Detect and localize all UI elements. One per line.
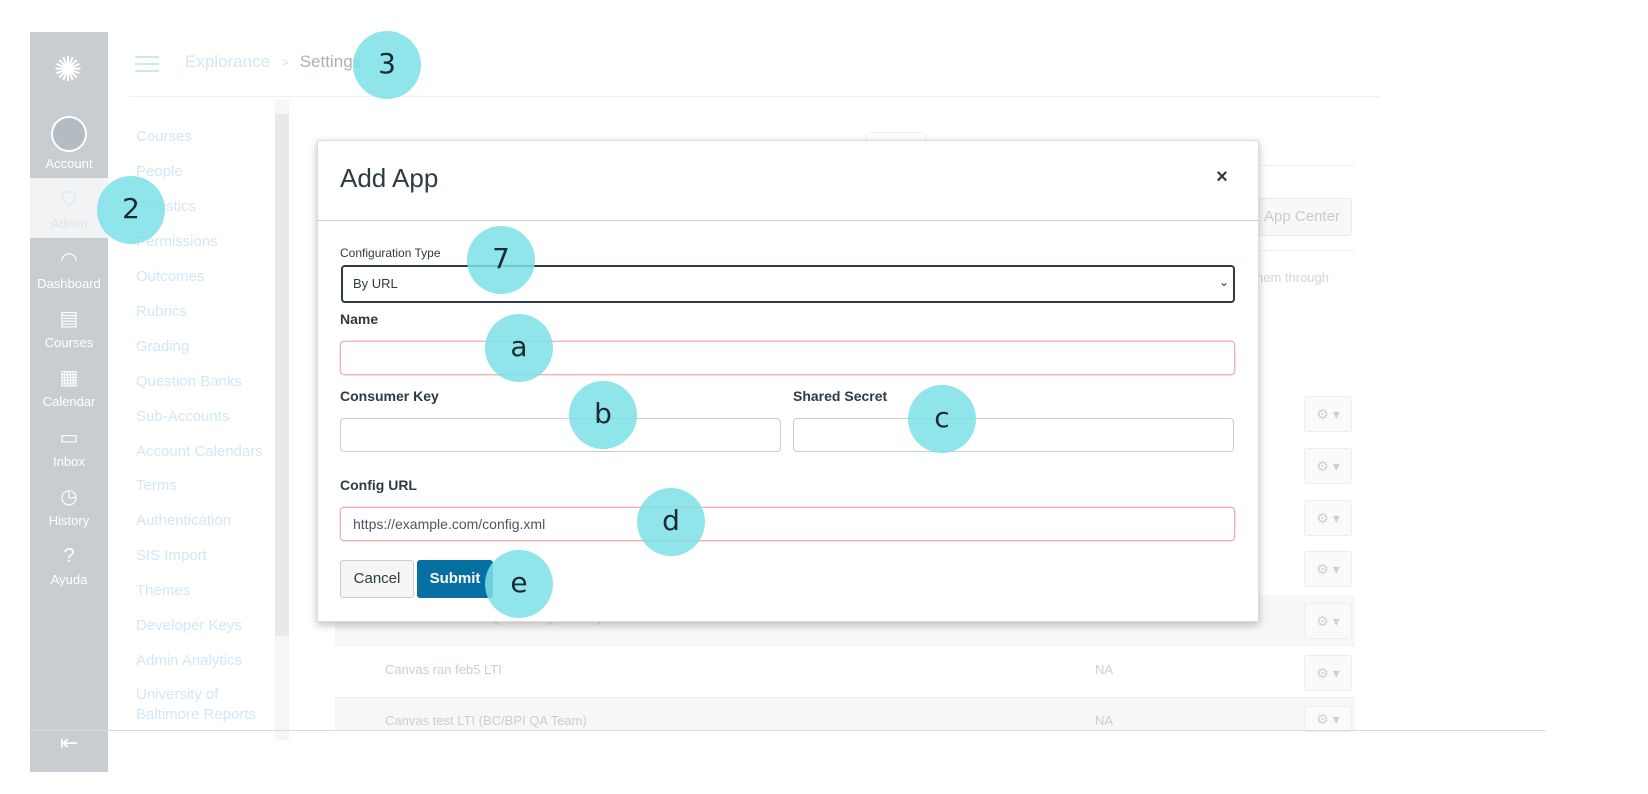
annotation-marker-c: c: [908, 385, 976, 453]
nav-account[interactable]: Account: [30, 116, 108, 171]
calendar-icon: ▦: [59, 367, 79, 389]
app-center-button[interactable]: App Center: [1252, 198, 1352, 236]
submit-button[interactable]: Submit: [417, 560, 493, 598]
app-settings-gear-icon[interactable]: ⚙ ▾: [1304, 655, 1352, 691]
breadcrumb-separator: >: [280, 54, 289, 70]
bottom-divider: [30, 730, 1546, 731]
scrollbar-thumb[interactable]: [275, 114, 289, 636]
config-type-label: Configuration Type: [340, 246, 441, 260]
nav-inbox[interactable]: ▭ Inbox: [30, 424, 108, 469]
settings-nav-university-of[interactable]: University of: [136, 686, 219, 703]
table-row: Canvas ran feb5 LTI NA: [335, 647, 1355, 698]
app-settings-gear-icon[interactable]: ⚙ ▾: [1304, 396, 1352, 432]
breadcrumb-current: Settings: [299, 52, 362, 71]
nav-courses-label: Courses: [44, 335, 94, 350]
app-settings-gear-icon[interactable]: ⚙ ▾: [1304, 448, 1352, 484]
name-label: Name: [340, 311, 379, 327]
annotation-marker-7: 7: [467, 226, 535, 294]
cancel-button[interactable]: Cancel: [340, 560, 414, 598]
settings-nav-admin-analytics[interactable]: Admin Analytics: [136, 652, 242, 669]
app-status: NA: [1095, 713, 1114, 728]
help-icon: ?: [63, 545, 75, 567]
annotation-marker-e: e: [485, 550, 553, 618]
annotation-marker-b: b: [569, 381, 637, 449]
settings-nav-sub-accounts[interactable]: Sub-Accounts: [136, 408, 229, 425]
app-status: NA: [1095, 662, 1114, 677]
settings-nav-themes[interactable]: Themes: [136, 582, 190, 599]
settings-nav-grading[interactable]: Grading: [136, 338, 189, 355]
nav-courses[interactable]: ▤ Courses: [30, 305, 108, 350]
nav-inbox-label: Inbox: [53, 454, 85, 469]
hamburger-menu-icon[interactable]: [135, 56, 159, 72]
chevron-down-icon: ⌄: [1218, 275, 1229, 289]
consumer-key-input[interactable]: [340, 418, 781, 452]
config-url-placeholder: https://example.com/config.xml: [353, 516, 546, 532]
annotation-marker-d: d: [637, 488, 705, 556]
app-settings-gear-icon[interactable]: ⚙ ▾: [1304, 551, 1352, 587]
settings-nav-baltimore-reports[interactable]: Baltimore Reports: [136, 706, 256, 723]
global-nav: ✺ Account ⛉ Admin ◠ Dashboard ▤ Courses …: [30, 32, 108, 772]
nav-calendar-label: Calendar: [42, 394, 96, 409]
config-url-label: Config URL: [340, 477, 417, 493]
app-settings-gear-icon[interactable]: ⚙ ▾: [1304, 603, 1352, 639]
modal-header: Add App ×: [318, 141, 1258, 221]
settings-nav-scrollbar[interactable]: [275, 100, 289, 740]
book-icon: ▤: [59, 308, 79, 330]
modal-title: Add App: [340, 163, 439, 193]
nav-history-label: History: [48, 513, 90, 528]
settings-nav-terms[interactable]: Terms: [136, 477, 177, 494]
page-header: Explorance > Settings: [130, 38, 1380, 97]
settings-nav-authentication[interactable]: Authentication: [136, 512, 231, 529]
app-frame: ✺ Account ⛉ Admin ◠ Dashboard ▤ Courses …: [0, 0, 1648, 794]
breadcrumb-root[interactable]: Explorance: [185, 52, 270, 71]
nav-help-label: Ayuda: [50, 572, 88, 587]
clock-icon: ◷: [60, 486, 78, 508]
settings-nav-courses[interactable]: Courses: [136, 128, 192, 145]
app-name: Canvas ran feb5 LTI: [385, 662, 502, 677]
annotation-marker-2: 2: [97, 176, 165, 244]
app-settings-gear-icon[interactable]: ⚙ ▾: [1304, 706, 1352, 732]
canvas-logo-icon[interactable]: ✺: [48, 50, 88, 90]
app-settings-gear-icon[interactable]: ⚙ ▾: [1304, 500, 1352, 536]
table-row: Canvas test LTI (BC/BPI QA Team) NA: [335, 698, 1355, 731]
nav-history[interactable]: ◷ History: [30, 483, 108, 528]
settings-nav-developer-keys[interactable]: Developer Keys: [136, 617, 242, 634]
settings-nav-outcomes[interactable]: Outcomes: [136, 268, 204, 285]
config-type-value: By URL: [353, 276, 398, 291]
settings-nav-question-banks[interactable]: Question Banks: [136, 373, 242, 390]
shield-icon: ⛉: [61, 189, 77, 211]
nav-admin-label: Admin: [50, 216, 88, 231]
config-url-input[interactable]: https://example.com/config.xml: [340, 507, 1235, 541]
settings-nav-sis-import[interactable]: SIS Import: [136, 547, 207, 564]
consumer-key-label: Consumer Key: [340, 388, 439, 404]
name-input[interactable]: [340, 341, 1235, 375]
background-hint-text: hem through: [1256, 270, 1329, 285]
avatar: [51, 116, 87, 152]
app-name: Canvas test LTI (BC/BPI QA Team): [385, 713, 587, 728]
annotation-marker-a: a: [485, 314, 553, 382]
shared-secret-input[interactable]: [793, 418, 1234, 452]
inbox-icon: ▭: [59, 427, 79, 449]
close-icon[interactable]: ×: [1210, 165, 1234, 189]
settings-nav-rubrics[interactable]: Rubrics: [136, 303, 187, 320]
dashboard-icon: ◠: [60, 249, 78, 271]
shared-secret-label: Shared Secret: [793, 388, 888, 404]
settings-nav-account-calendars[interactable]: Account Calendars: [136, 443, 263, 460]
nav-help[interactable]: ? Ayuda: [30, 542, 108, 587]
nav-calendar[interactable]: ▦ Calendar: [30, 364, 108, 409]
breadcrumb: Explorance > Settings: [185, 52, 361, 72]
collapse-nav-icon[interactable]: ⇤: [54, 730, 84, 756]
nav-dashboard-label: Dashboard: [37, 276, 101, 291]
annotation-marker-3: 3: [353, 31, 421, 99]
nav-account-label: Account: [45, 156, 93, 171]
add-app-modal: Add App × Configuration Type By URL ⌄ Na…: [317, 140, 1259, 622]
nav-dashboard[interactable]: ◠ Dashboard: [30, 246, 108, 291]
